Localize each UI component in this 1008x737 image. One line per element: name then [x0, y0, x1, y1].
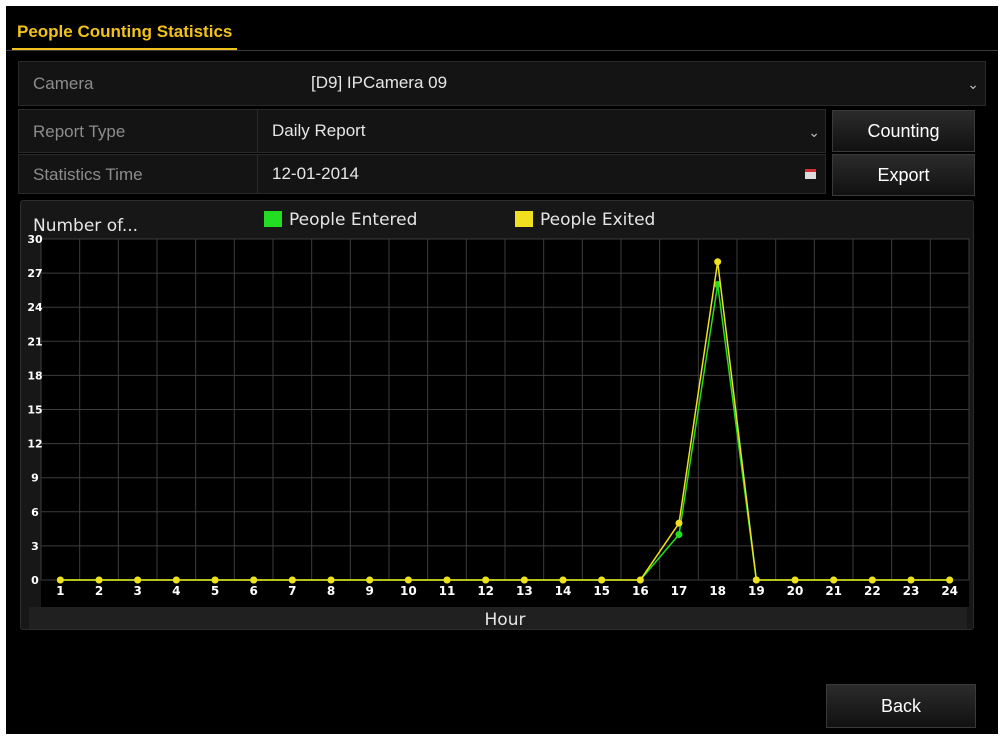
data-point — [366, 576, 374, 584]
chart-panel: Number of... People Entered People Exite… — [20, 200, 974, 630]
report-type-row: Report Type Daily Report ⌄ — [18, 109, 826, 153]
y-tick-label: 27 — [27, 267, 42, 280]
people-counting-chart: Number of... People Entered People Exite… — [27, 210, 970, 629]
x-tick-label: 14 — [555, 584, 572, 598]
data-point — [172, 576, 180, 584]
x-tick-label: 19 — [748, 584, 765, 598]
camera-select[interactable]: [D9] IPCamera 09 ⌄ — [257, 62, 985, 105]
x-tick-label: 8 — [327, 584, 335, 598]
legend: People Entered People Exited — [264, 210, 655, 230]
data-point — [598, 576, 606, 584]
data-point — [327, 576, 335, 584]
x-tick-label: 16 — [632, 584, 649, 598]
legend-swatch-entered — [264, 211, 282, 227]
statistics-time-row: Statistics Time 12-01-2014 — [18, 154, 826, 194]
x-tick-label: 5 — [211, 584, 219, 598]
data-point — [946, 576, 954, 584]
tab-people-counting-statistics[interactable]: People Counting Statistics — [12, 18, 238, 50]
x-tick-label: 18 — [709, 584, 726, 598]
export-button[interactable]: Export — [832, 154, 975, 196]
x-tick-label: 20 — [787, 584, 804, 598]
x-tick-label: 9 — [365, 584, 373, 598]
data-point — [250, 576, 258, 584]
data-point — [56, 576, 64, 584]
statistics-time-field[interactable]: 12-01-2014 — [257, 155, 826, 193]
y-tick-label: 9 — [31, 472, 39, 485]
legend-label-exited: People Exited — [540, 210, 655, 230]
y-tick-label: 12 — [27, 438, 42, 451]
statistics-time-label: Statistics Time — [33, 165, 143, 184]
report-type-select[interactable]: Daily Report ⌄ — [257, 110, 826, 152]
y-tick-label: 3 — [31, 540, 39, 553]
back-button[interactable]: Back — [826, 684, 976, 728]
y-tick-label: 15 — [27, 404, 42, 417]
x-tick-label: 22 — [864, 584, 881, 598]
x-tick-label: 12 — [477, 584, 494, 598]
data-point — [134, 576, 142, 584]
data-point — [907, 576, 915, 584]
x-axis-label: Hour — [485, 610, 526, 629]
y-tick-label: 30 — [27, 233, 43, 246]
data-point — [482, 576, 490, 584]
x-tick-label: 24 — [941, 584, 958, 598]
y-tick-label: 18 — [27, 369, 42, 382]
data-point — [404, 576, 412, 584]
x-tick-label: 17 — [671, 584, 688, 598]
x-tick-label: 21 — [825, 584, 842, 598]
data-point — [211, 576, 219, 584]
data-point — [791, 576, 799, 584]
x-tick-label: 7 — [288, 584, 296, 598]
data-point — [520, 576, 528, 584]
camera-label: Camera — [33, 74, 94, 93]
legend-swatch-exited — [515, 211, 533, 227]
x-tick-label: 6 — [249, 584, 257, 598]
report-type-label: Report Type — [33, 122, 126, 141]
counting-button[interactable]: Counting — [832, 110, 975, 152]
y-tick-label: 21 — [27, 335, 42, 348]
data-point — [675, 531, 683, 539]
camera-row: Camera [D9] IPCamera 09 ⌄ — [18, 61, 986, 106]
x-tick-label: 13 — [516, 584, 533, 598]
x-tick-label: 2 — [95, 584, 103, 598]
people-counting-window: People Counting Statistics Camera [D9] I… — [6, 6, 998, 734]
y-tick-label: 24 — [27, 301, 43, 314]
y-axis-label: Number of... — [33, 216, 138, 236]
data-point — [559, 576, 567, 584]
statistics-time-value: 12-01-2014 — [272, 164, 359, 183]
y-tick-label: 6 — [31, 506, 39, 519]
x-tick-label: 10 — [400, 584, 417, 598]
data-point — [675, 519, 683, 527]
legend-label-entered: People Entered — [289, 210, 417, 230]
data-point — [868, 576, 876, 584]
x-tick-label: 4 — [172, 584, 180, 598]
chevron-down-icon: ⌄ — [967, 76, 979, 92]
data-point — [752, 576, 760, 584]
data-point — [288, 576, 296, 584]
data-point — [95, 576, 103, 584]
x-tick-label: 1 — [56, 584, 64, 598]
x-tick-label: 11 — [439, 584, 456, 598]
y-tick-label: 0 — [31, 574, 39, 587]
x-tick-label: 3 — [133, 584, 141, 598]
data-point — [714, 258, 722, 266]
x-tick-label: 23 — [903, 584, 920, 598]
data-point — [830, 576, 838, 584]
report-type-select-value: Daily Report — [272, 121, 366, 140]
data-point — [636, 576, 644, 584]
calendar-icon[interactable] — [805, 169, 816, 179]
title-divider — [6, 50, 998, 51]
data-point — [443, 576, 451, 584]
x-tick-label: 15 — [593, 584, 610, 598]
camera-select-value: [D9] IPCamera 09 — [311, 73, 448, 92]
chevron-down-icon: ⌄ — [808, 124, 820, 140]
